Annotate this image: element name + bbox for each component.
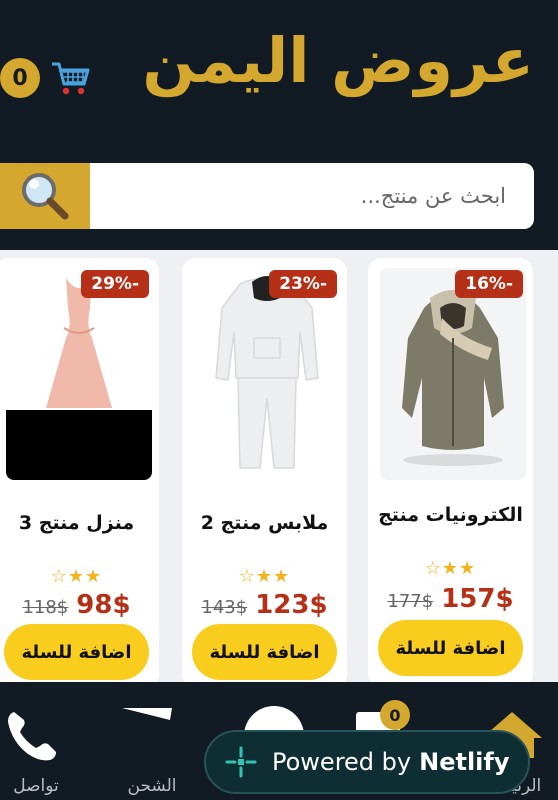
price-row: 118$ 98$: [0, 590, 159, 620]
product-image[interactable]: [6, 268, 152, 480]
header: عروض اليمن 0: [0, 0, 558, 250]
price-row: 143$ 123$: [182, 590, 347, 620]
product-name: منزل منتج 3: [18, 512, 135, 534]
tracksuit-image: [194, 268, 340, 480]
product-card[interactable]: 29%- منزل منتج 3 ☆★★ 118$ 98$ اضافة للسل…: [0, 258, 159, 688]
phone-icon: [8, 712, 56, 761]
shopping-cart-icon[interactable]: [50, 58, 92, 98]
nav-label: الشحن: [127, 776, 177, 796]
product-card[interactable]: 16%- الكترونيات منتج ☆★★ 177$ 157$ اضافة…: [368, 258, 533, 688]
search-button[interactable]: [0, 163, 90, 229]
old-price: 177$: [387, 591, 434, 612]
add-to-cart-button[interactable]: اضافة للسلة: [4, 624, 149, 680]
product-list: 16%- الكترونيات منتج ☆★★ 177$ 157$ اضافة…: [0, 250, 558, 688]
netlify-prefix: Powered by: [272, 748, 412, 776]
search-bar: [0, 163, 534, 229]
discount-badge: 29%-: [81, 270, 149, 298]
product-name: ملابس منتج 2: [200, 512, 329, 534]
rating-stars: ☆★★: [238, 566, 291, 587]
netlify-brand: Netlify: [419, 748, 510, 776]
header-cart[interactable]: 0: [0, 56, 100, 100]
product-name: الكترونيات منتج: [378, 504, 523, 526]
nav-item-contact[interactable]: تواصل: [0, 682, 72, 800]
rating-stars: ☆★★: [424, 558, 477, 579]
new-price: 98$: [76, 590, 131, 620]
old-price: 118$: [22, 597, 69, 618]
nav-label: تواصل: [13, 776, 59, 796]
add-to-cart-button[interactable]: اضافة للسلة: [192, 624, 337, 680]
old-price: 143$: [201, 597, 248, 618]
netlify-logo-icon: [225, 746, 257, 778]
cart-nav-badge: 0: [380, 700, 410, 730]
site-title: عروض اليمن: [142, 24, 534, 97]
magnifier-icon: [22, 173, 69, 220]
dress-image: [6, 268, 152, 480]
product-card[interactable]: 23%- ملابس منتج 2 ☆★★ 143$ 123$ اضافة لل…: [182, 258, 347, 688]
truck-icon: [122, 708, 172, 720]
product-image[interactable]: [380, 268, 526, 480]
product-image[interactable]: [194, 268, 340, 480]
price-row: 177$ 157$: [368, 584, 533, 614]
nav-item-shipping[interactable]: الشحن: [104, 682, 200, 800]
cart-count-badge: 0: [0, 58, 40, 98]
discount-badge: 16%-: [455, 270, 523, 298]
add-to-cart-button[interactable]: اضافة للسلة: [378, 620, 523, 676]
jacket-image: [380, 268, 526, 480]
new-price: 123$: [255, 590, 328, 620]
new-price: 157$: [441, 584, 514, 614]
discount-badge: 23%-: [269, 270, 337, 298]
netlify-badge[interactable]: Powered by Netlify: [204, 730, 530, 794]
search-input[interactable]: [100, 163, 520, 229]
rating-stars: ☆★★: [50, 566, 103, 587]
